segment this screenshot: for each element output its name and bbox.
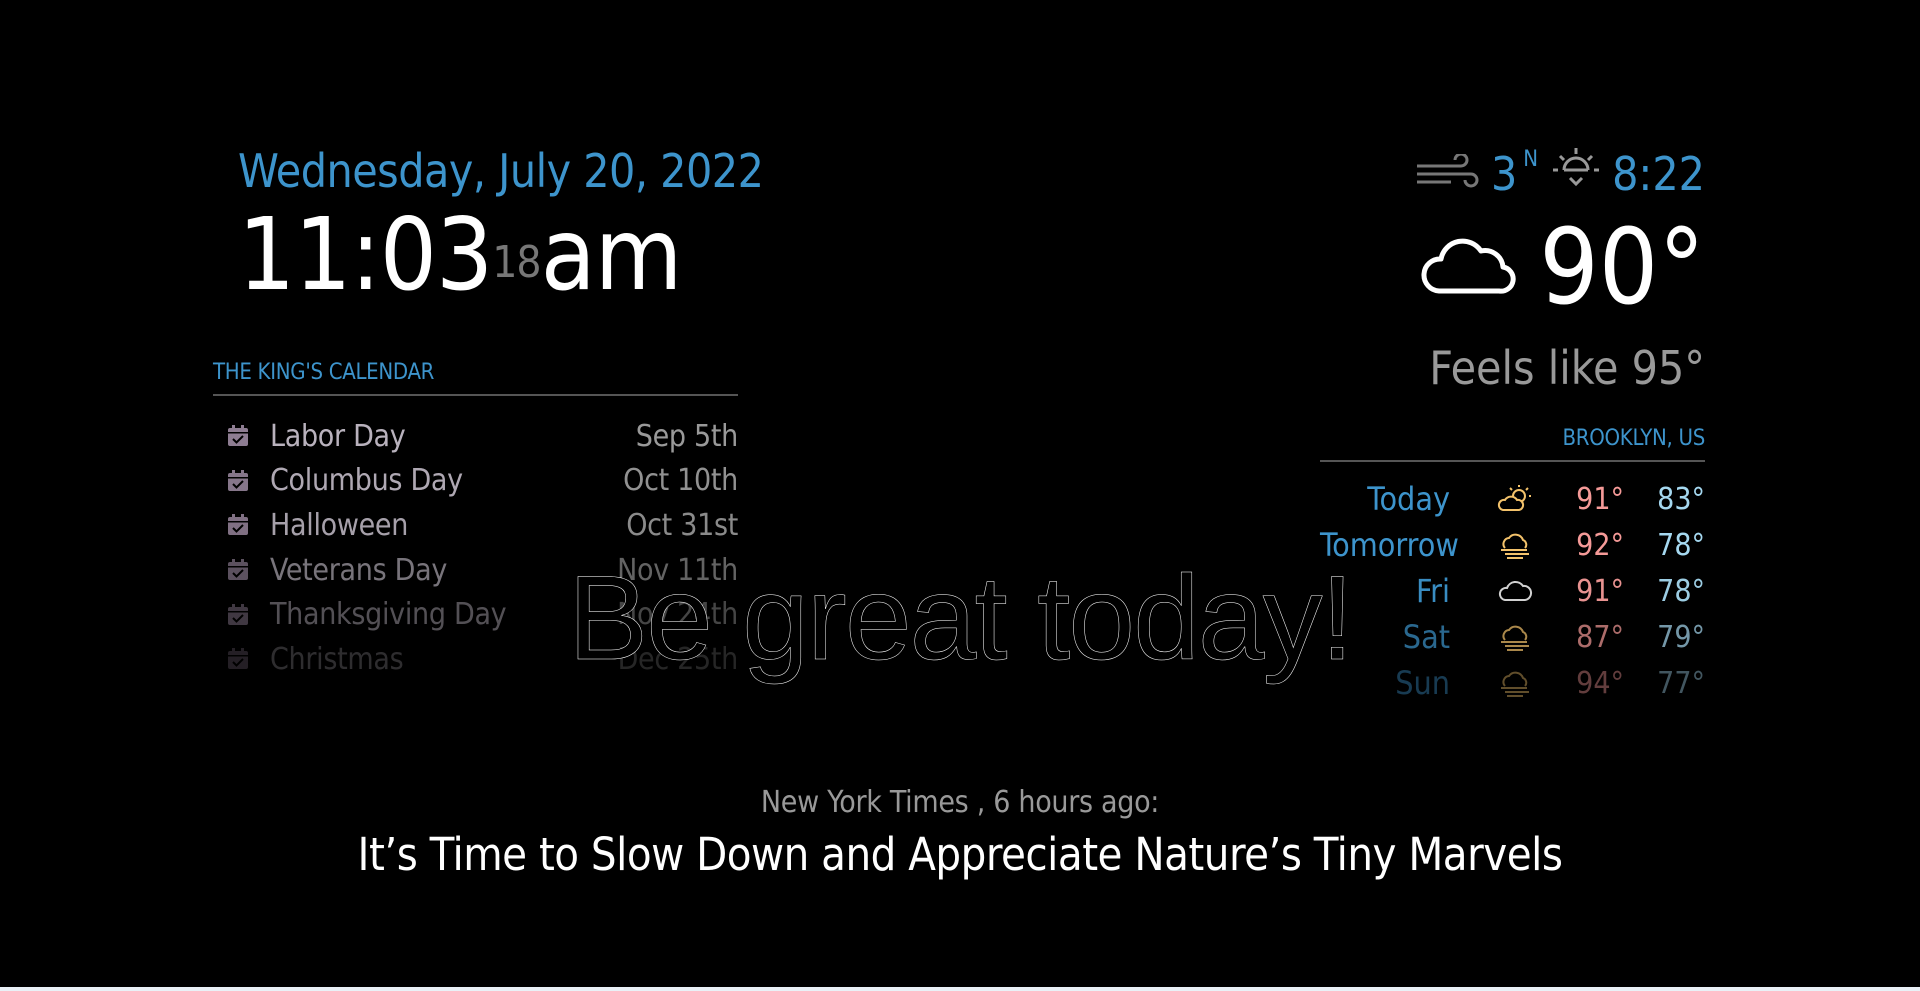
calendar-event-title: Halloween [270,507,409,543]
compliment-text: Be great today! [0,548,1920,688]
calendar-event: Halloween Oct 31st [213,503,738,548]
calendar-event-date: Oct 31st [626,507,738,543]
calendar-header: THE KING'S CALENDAR [213,358,738,396]
wind-icon [1415,147,1479,201]
calendar-check-icon [226,469,250,493]
wind-speed: 3 [1490,146,1518,201]
clock-ampm: am [540,196,683,313]
sunrise-icon [1550,142,1602,205]
wind-sunrise-line: 3N 8:22 [1245,142,1705,205]
current-temp-line: 90° [1245,209,1705,325]
sunrise-time: 8:22 [1612,146,1705,201]
current-temperature: 90° [1539,206,1705,328]
news-headline: It’s Time to Slow Down and Appreciate Na… [357,828,1563,881]
calendar-event: Labor Day Sep 5th [213,414,738,459]
clock-seconds: 18 [492,237,541,288]
clock-hours-minutes: 11:03 [238,196,493,313]
partly-sunny-icon [1490,484,1540,514]
forecast-row: Today 91° 83° [1320,476,1705,522]
calendar-event: Columbus Day Oct 10th [213,459,738,504]
bottom-edge-strip [0,987,1920,991]
clock-date: Wednesday, July 20, 2022 [238,144,764,198]
calendar-event-title: Labor Day [270,418,406,454]
compliment-label: Be great today! [568,551,1354,686]
current-weather-module: 3N 8:22 90° Feels like 95° [1245,142,1705,397]
calendar-event-title: Columbus Day [270,463,463,499]
calendar-check-icon [226,513,250,537]
news-source: New York Times , 6 hours ago: [760,785,1160,820]
feels-like: Feels like 95° [1429,341,1705,395]
calendar-event-date: Oct 10th [623,463,738,499]
wind-direction: N [1523,146,1539,172]
clock-module: Wednesday, July 20, 2022 11:0318am [238,144,764,310]
forecast-header: BROOKLYN, US [1320,424,1705,462]
cloud-icon [1419,233,1539,301]
forecast-high: 91° [1576,481,1624,517]
calendar-check-icon [226,424,250,448]
calendar-event-date: Sep 5th [635,418,739,454]
news-feed-module: New York Times , 6 hours ago: It’s Time … [0,783,1920,883]
forecast-low: 83° [1657,481,1705,517]
clock-time: 11:0318am [238,200,738,310]
forecast-day: Today [1367,480,1450,518]
